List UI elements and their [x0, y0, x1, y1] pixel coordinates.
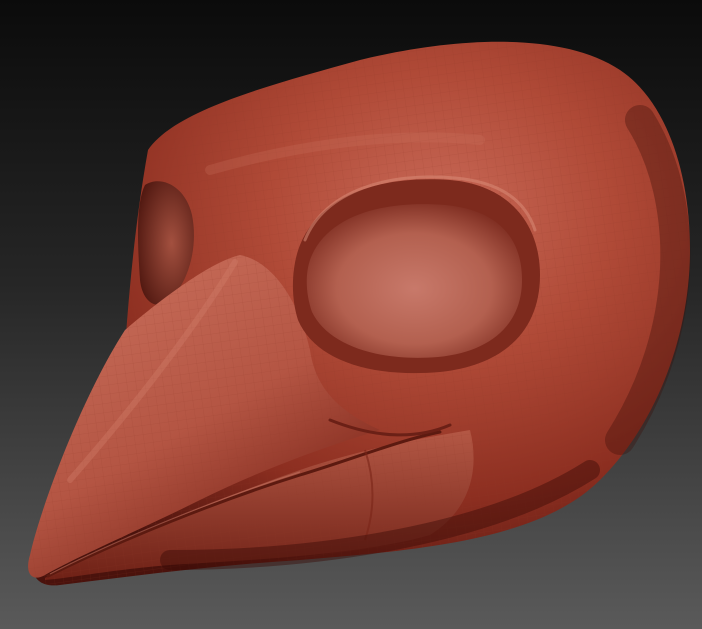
sculpt-viewport[interactable]: [0, 0, 702, 629]
right-eye-socket: [306, 204, 522, 358]
sculpt-canvas[interactable]: [0, 0, 702, 629]
